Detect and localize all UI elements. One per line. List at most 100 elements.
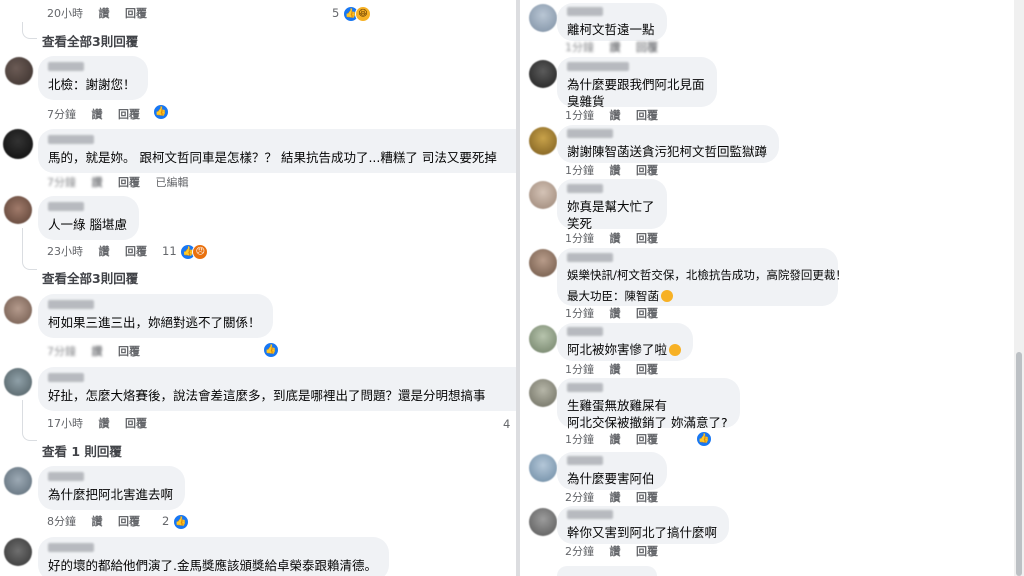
comment-time[interactable]: 2分鐘: [565, 491, 594, 504]
avatar[interactable]: [4, 538, 32, 566]
like-icon[interactable]: 👍: [696, 431, 712, 447]
like-button[interactable]: 讚: [99, 7, 110, 20]
like-button[interactable]: 讚: [99, 245, 110, 258]
commenter-name-blurred[interactable]: [48, 373, 84, 382]
reply-button[interactable]: 回覆: [125, 417, 147, 430]
reaction-count[interactable]: 4: [503, 416, 510, 432]
reaction-summary[interactable]: 5 👍 😆: [332, 5, 371, 22]
avatar[interactable]: [4, 196, 32, 224]
comment-bubble: 北檢：謝謝您！: [38, 56, 148, 100]
commenter-name-blurred[interactable]: [48, 62, 84, 71]
reaction-count: 2: [162, 514, 170, 528]
comment-time[interactable]: 1分鐘: [565, 232, 594, 245]
like-icon[interactable]: 👍: [263, 342, 279, 358]
avatar[interactable]: [529, 454, 557, 482]
comment-time[interactable]: 1分鐘: [565, 363, 594, 376]
scrollbar-thumb[interactable]: [1016, 352, 1022, 576]
reply-button[interactable]: 回覆: [636, 232, 658, 245]
laugh-emoji-icon: [661, 290, 673, 302]
comment-time[interactable]: 7分鐘: [47, 108, 76, 121]
like-button[interactable]: 讚: [92, 345, 103, 358]
reply-button[interactable]: 回覆: [118, 176, 140, 189]
commenter-name-blurred[interactable]: [48, 543, 94, 552]
avatar[interactable]: [529, 325, 557, 353]
commenter-name-blurred[interactable]: [567, 383, 603, 392]
avatar[interactable]: [529, 181, 557, 209]
commenter-name-blurred[interactable]: [567, 129, 613, 138]
reaction-summary[interactable]: 11 👍 😠: [162, 243, 209, 260]
commenter-name-blurred[interactable]: [48, 472, 84, 481]
avatar[interactable]: [529, 249, 557, 277]
comment-actions: 1分鐘 讚 回覆: [565, 41, 670, 55]
commenter-name-blurred[interactable]: [567, 327, 603, 336]
avatar[interactable]: [4, 368, 32, 396]
comment-bubble: 娛樂快訊/柯文哲交保，北檢抗告成功，高院發回更裁！ 最大功臣：陳智菡: [557, 248, 847, 306]
reply-button[interactable]: 回覆: [636, 109, 658, 122]
reply-button[interactable]: 回覆: [636, 307, 658, 320]
commenter-name-blurred[interactable]: [48, 300, 94, 309]
reply-button[interactable]: 回覆: [636, 363, 658, 376]
avatar[interactable]: [529, 4, 557, 32]
comment-text: 好扯，怎麼大烙賽後，說法會差這麼多，到底是哪裡出了問題？還是分明想搞事: [48, 388, 486, 403]
reply-button[interactable]: 回覆: [118, 108, 140, 121]
commenter-name-blurred[interactable]: [48, 135, 94, 144]
comment-time[interactable]: 20小時: [47, 7, 83, 20]
view-replies-link[interactable]: 查看全部3則回覆: [42, 268, 138, 287]
commenter-name-blurred[interactable]: [567, 253, 613, 262]
commenter-name-blurred[interactable]: [48, 202, 84, 211]
like-button[interactable]: 讚: [610, 491, 621, 504]
view-replies-link[interactable]: 查看 1 則回覆: [42, 441, 122, 460]
avatar[interactable]: [529, 379, 557, 407]
comment-time[interactable]: 17小時: [47, 417, 83, 430]
reply-button[interactable]: 回覆: [636, 491, 658, 504]
reply-button[interactable]: 回覆: [636, 433, 658, 446]
like-button[interactable]: 讚: [92, 176, 103, 189]
comment-time[interactable]: 1分鐘: [565, 307, 594, 320]
commenter-name-blurred[interactable]: [567, 7, 603, 16]
like-button[interactable]: 讚: [610, 232, 621, 245]
comment-time[interactable]: 23小時: [47, 245, 83, 258]
like-button[interactable]: 讚: [610, 41, 621, 54]
commenter-name-blurred[interactable]: [567, 456, 603, 465]
reply-button[interactable]: 回覆: [636, 41, 658, 54]
comment-time[interactable]: 2分鐘: [565, 545, 594, 558]
reply-button[interactable]: 回覆: [125, 7, 147, 20]
like-button[interactable]: 讚: [610, 363, 621, 376]
like-button[interactable]: 讚: [92, 515, 103, 528]
comment-time[interactable]: 7分鐘: [47, 345, 76, 358]
like-button[interactable]: 讚: [99, 417, 110, 430]
like-button[interactable]: 讚: [610, 545, 621, 558]
reply-button[interactable]: 回覆: [118, 515, 140, 528]
avatar[interactable]: [5, 57, 33, 85]
reaction-count: 11: [162, 244, 177, 258]
reply-button[interactable]: 回覆: [636, 545, 658, 558]
avatar[interactable]: [529, 127, 557, 155]
comment-actions: 17小時 讚 回覆: [47, 417, 159, 431]
right-comment-panel: 離柯文哲遠一點 1分鐘 讚 回覆 為什麼要跟我們阿北見面 臭雜貨 1分鐘 讚 回…: [520, 0, 1024, 576]
reply-button[interactable]: 回覆: [636, 164, 658, 177]
avatar[interactable]: [4, 467, 32, 495]
comment-time[interactable]: 1分鐘: [565, 433, 594, 446]
like-button[interactable]: 讚: [610, 307, 621, 320]
view-replies-link[interactable]: 查看全部3則回覆: [42, 31, 138, 50]
comment-time[interactable]: 7分鐘: [47, 176, 76, 189]
avatar[interactable]: [529, 60, 557, 88]
commenter-name-blurred[interactable]: [567, 62, 629, 71]
avatar[interactable]: [3, 129, 33, 159]
like-button[interactable]: 讚: [610, 433, 621, 446]
reply-button[interactable]: 回覆: [125, 245, 147, 258]
commenter-name-blurred[interactable]: [567, 510, 613, 519]
comment-time[interactable]: 1分鐘: [565, 41, 594, 54]
reaction-summary[interactable]: 2 👍: [162, 513, 189, 530]
commenter-name-blurred[interactable]: [567, 184, 603, 193]
like-button[interactable]: 讚: [610, 109, 621, 122]
comment-time[interactable]: 1分鐘: [565, 109, 594, 122]
like-icon[interactable]: 👍: [153, 104, 169, 120]
like-button[interactable]: 讚: [610, 164, 621, 177]
reply-button[interactable]: 回覆: [118, 345, 140, 358]
avatar[interactable]: [529, 508, 557, 536]
comment-time[interactable]: 1分鐘: [565, 164, 594, 177]
avatar[interactable]: [4, 296, 32, 324]
comment-time[interactable]: 8分鐘: [47, 515, 76, 528]
like-button[interactable]: 讚: [92, 108, 103, 121]
